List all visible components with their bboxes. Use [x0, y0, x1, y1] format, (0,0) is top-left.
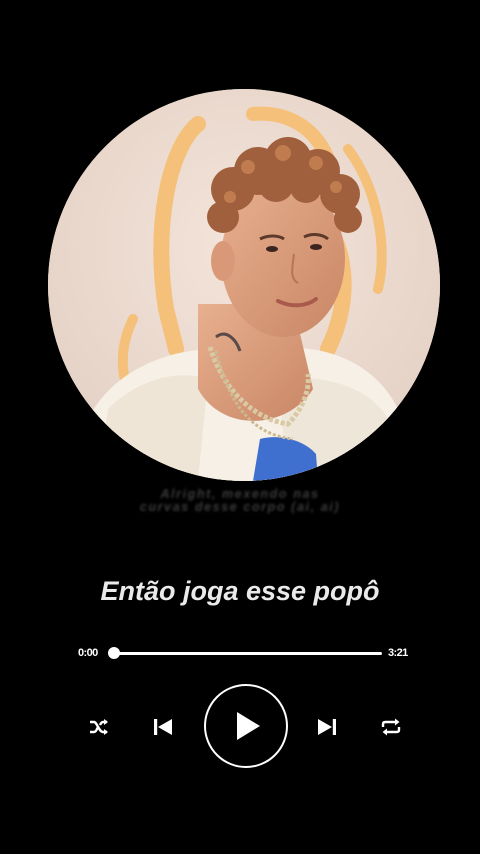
shuffle-icon	[90, 719, 108, 735]
previous-track-button[interactable]	[150, 714, 176, 740]
shuffle-button[interactable]	[86, 714, 112, 740]
skip-previous-icon	[154, 719, 172, 735]
album-art-illustration	[48, 89, 440, 481]
repeat-button[interactable]	[378, 714, 404, 740]
total-time: 3:21	[388, 647, 408, 659]
progress-bar[interactable]	[114, 652, 382, 655]
album-art	[48, 89, 440, 481]
skip-next-icon	[318, 719, 336, 735]
next-track-button[interactable]	[314, 714, 340, 740]
previous-lyric: Alright, mexendo nas curvas desse corpo …	[40, 488, 440, 514]
progress-knob[interactable]	[108, 647, 120, 659]
play-button[interactable]	[204, 684, 288, 768]
elapsed-time: 0:00	[78, 647, 98, 659]
previous-lyric-line-2: curvas desse corpo (ai, ai)	[139, 500, 341, 514]
current-lyric: Então joga esse popô	[100, 576, 380, 606]
repeat-icon	[381, 718, 401, 736]
play-icon	[237, 712, 260, 740]
